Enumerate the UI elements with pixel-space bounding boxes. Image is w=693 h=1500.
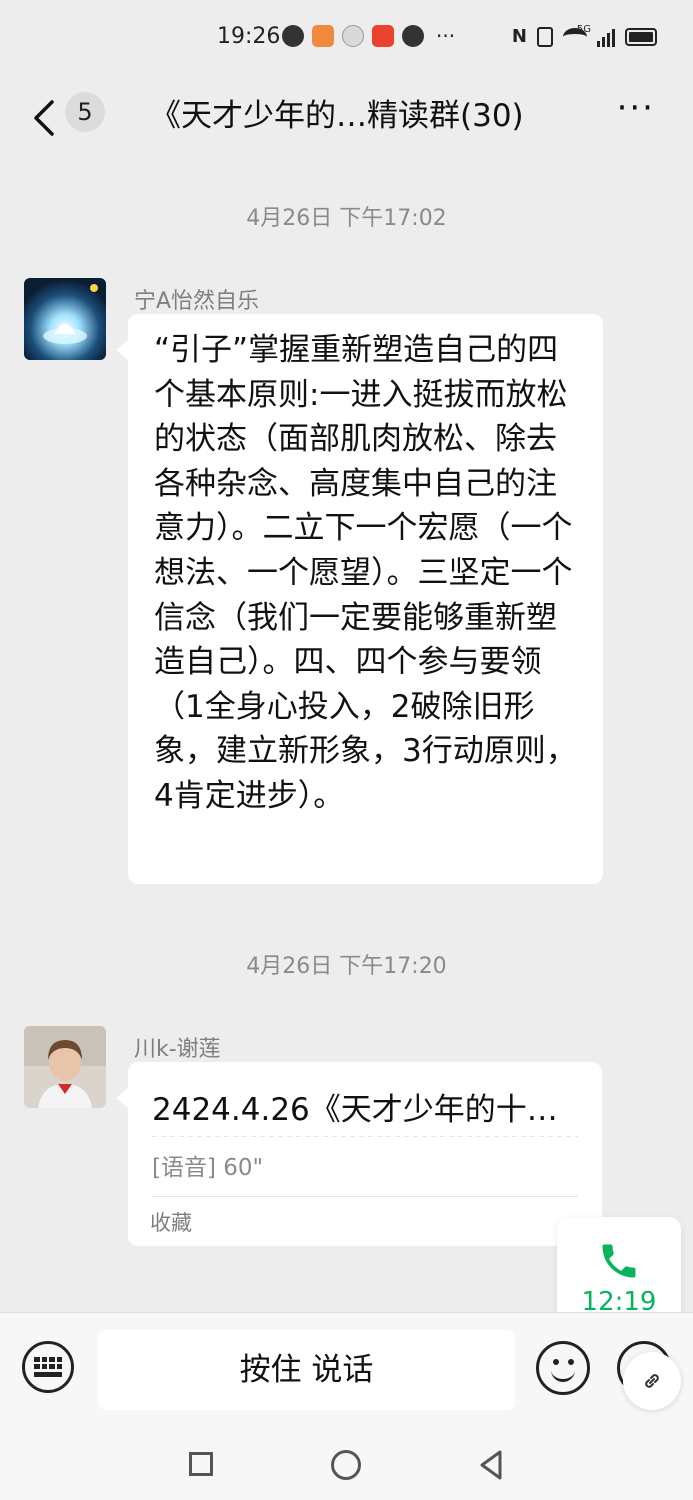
system-icons: N 5G <box>511 24 657 47</box>
emoji-icon[interactable] <box>536 1341 590 1395</box>
message-timestamp: 4月26日 下午17:02 <box>246 206 447 231</box>
system-nav-bar <box>0 1432 693 1500</box>
sender-name: 宁A怡然自乐 <box>134 289 260 314</box>
sender-name: 川k-谢莲 <box>134 1037 221 1062</box>
divider <box>152 1196 578 1197</box>
notification-icons: ··· <box>282 24 455 48</box>
moon-icon <box>342 25 364 47</box>
avatar[interactable] <box>24 1026 106 1108</box>
vibrate-icon <box>537 26 553 47</box>
orange-app-icon <box>312 25 334 47</box>
more-icon[interactable]: ··· <box>617 88 655 128</box>
status-time: 19:26 <box>217 24 281 49</box>
message-timestamp: 4月26日 下午17:20 <box>246 954 447 979</box>
more-notifications: ··· <box>436 24 456 48</box>
red-app-icon <box>372 25 394 47</box>
wechat-icon <box>402 25 424 47</box>
divider <box>152 1136 578 1137</box>
chat-title: 《天才少年的…精读群(30) <box>150 98 524 134</box>
battery-icon <box>625 27 657 46</box>
message-text: “引子”掌握重新塑造自己的四个基本原则:一进入挺拔而放松的状态（面部肌肉放松、除… <box>154 332 577 814</box>
card-meta: [语音] 60" <box>152 1155 264 1181</box>
message-bubble[interactable]: “引子”掌握重新塑造自己的四个基本原则:一进入挺拔而放松的状态（面部肌肉放松、除… <box>116 314 603 884</box>
input-bar: 按住 说话 <box>0 1312 693 1433</box>
card-source: 收藏 <box>150 1211 192 1235</box>
nav-recent-icon[interactable] <box>189 1452 213 1476</box>
network-label: 5G <box>576 24 591 35</box>
phone-icon <box>602 1244 636 1278</box>
nfc-icon: N <box>511 26 527 47</box>
wechat-icon <box>282 25 304 47</box>
signal-icon <box>597 27 615 47</box>
chat-header: 5 《天才少年的…精读群(30) ··· <box>0 78 693 162</box>
avatar[interactable] <box>24 278 106 360</box>
link-icon[interactable] <box>623 1352 681 1410</box>
card-title: 2424.4.26《天才少年的十… <box>152 1092 558 1128</box>
unread-count-badge[interactable]: 5 <box>65 92 105 132</box>
favorite-card[interactable]: 2424.4.26《天才少年的十… [语音] 60" 收藏 <box>116 1062 602 1246</box>
nav-home-icon[interactable] <box>331 1450 361 1480</box>
hold-to-talk-button[interactable]: 按住 说话 <box>98 1330 515 1410</box>
nav-back-icon[interactable] <box>478 1449 504 1481</box>
status-bar: 19:26 ··· N 5G <box>0 0 693 78</box>
chevron-left-icon[interactable] <box>30 96 60 140</box>
keyboard-icon[interactable] <box>22 1341 74 1393</box>
